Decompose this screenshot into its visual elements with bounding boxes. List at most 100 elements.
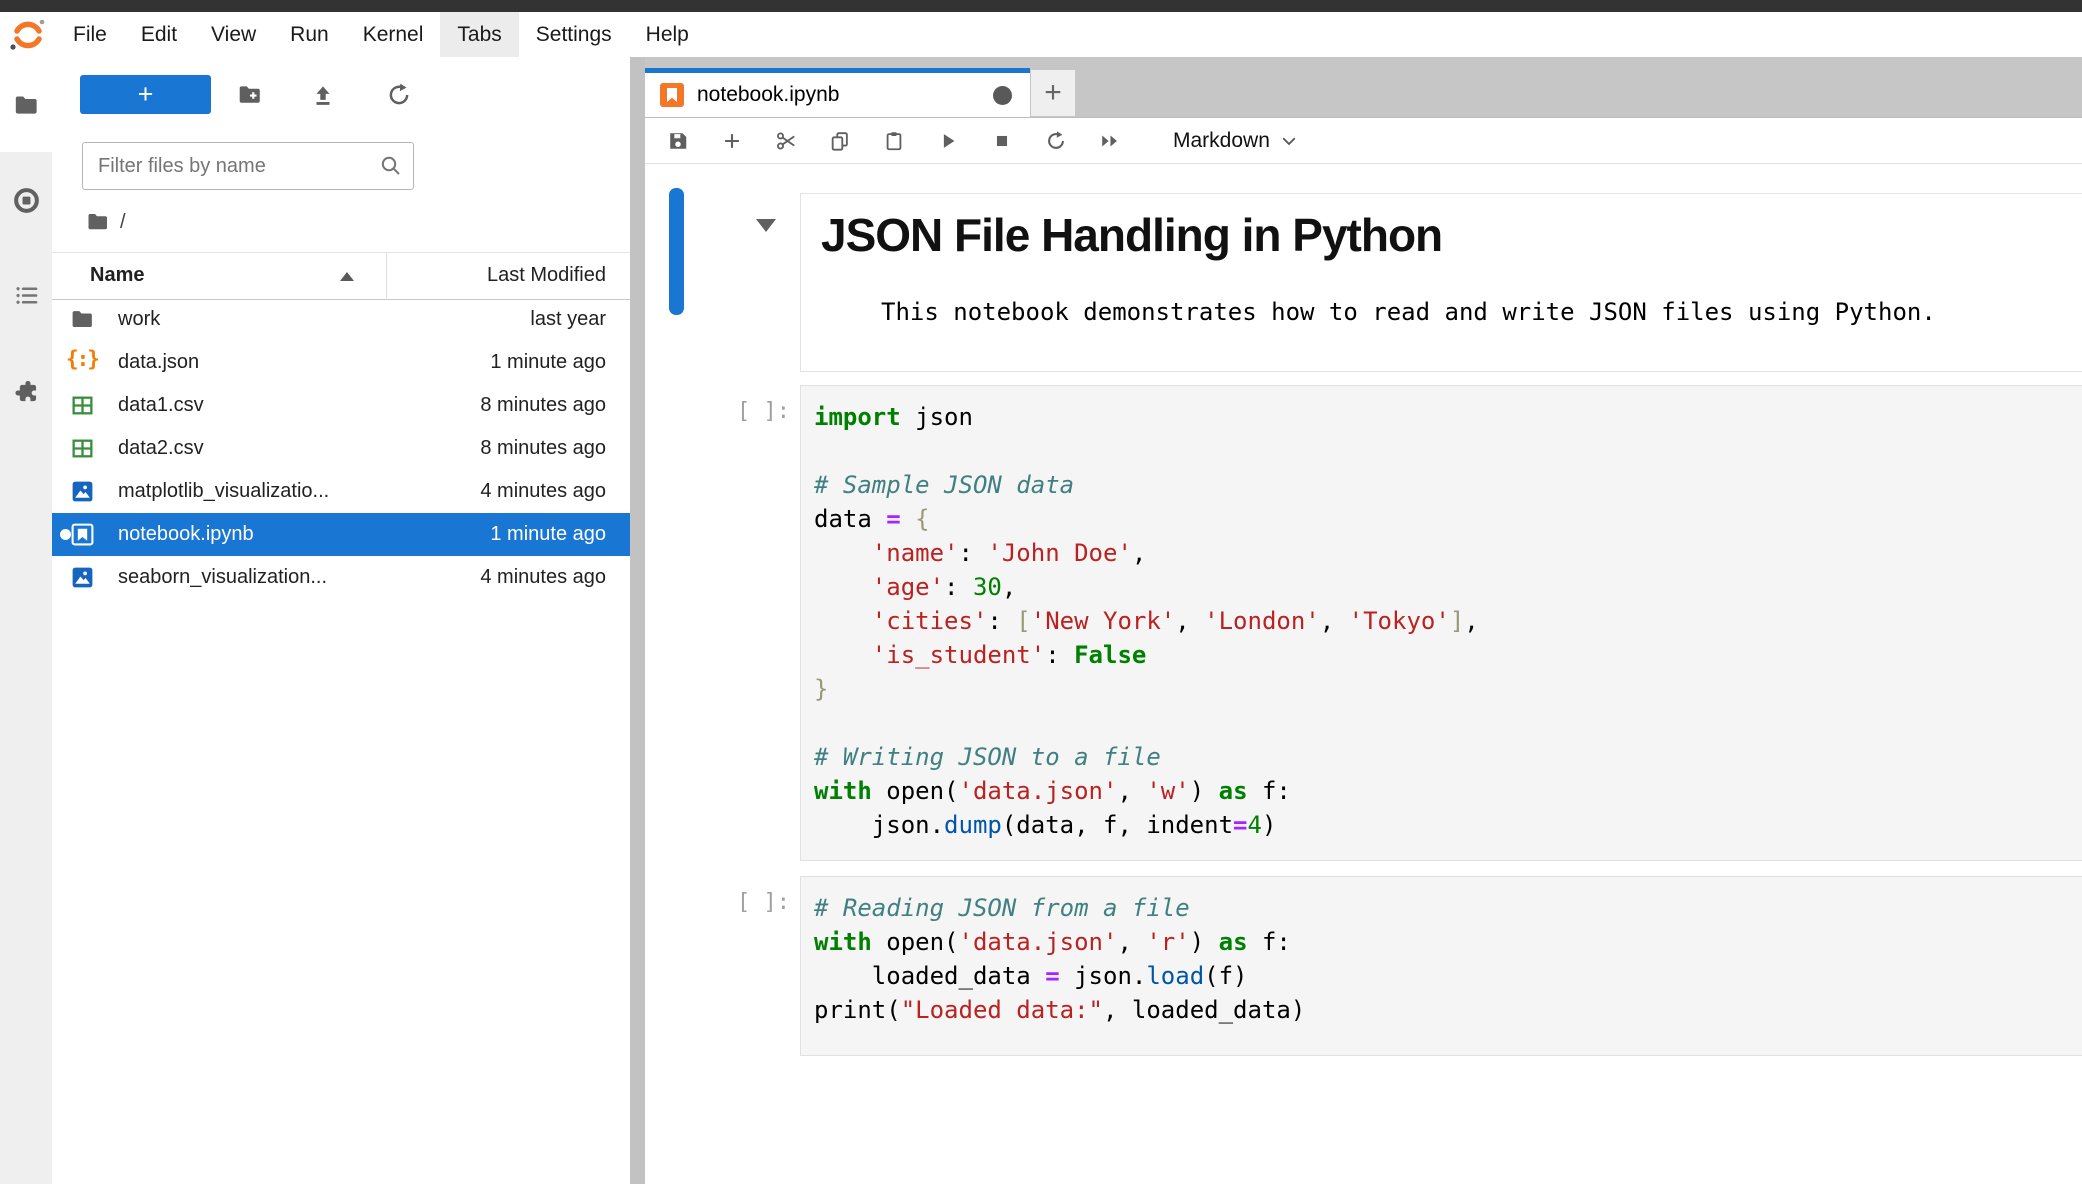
menu-items: FileEditViewRunKernelTabsSettingsHelp	[56, 12, 706, 57]
heading-collapse-icon[interactable]	[756, 219, 776, 232]
notebook-file-icon	[659, 82, 685, 108]
file-name: seaborn_visualization...	[118, 556, 327, 599]
file-modified: 1 minute ago	[490, 341, 606, 384]
file-row-seaborn-visualization-[interactable]: seaborn_visualization... 4 minutes ago	[52, 556, 630, 599]
file-name: data.json	[118, 341, 199, 384]
refresh-button[interactable]	[386, 82, 412, 108]
file-modified: 4 minutes ago	[480, 556, 606, 599]
code-line: }	[814, 672, 2082, 706]
new-launcher-button[interactable]: +	[80, 75, 211, 114]
cell-type-value: Markdown	[1173, 129, 1270, 153]
column-header-name[interactable]: Name	[90, 253, 144, 298]
menu-item-settings[interactable]: Settings	[519, 12, 629, 57]
notebook-file-icon	[70, 522, 95, 547]
restart-run-all-icon[interactable]	[1093, 124, 1127, 158]
csv-file-icon	[70, 393, 95, 418]
code-cell-1[interactable]: import json # Sample JSON datadata = { '…	[800, 385, 2082, 861]
home-folder-icon[interactable]	[86, 210, 110, 234]
tab-bar: notebook.ipynb +	[645, 57, 2082, 118]
csv-file-icon	[70, 436, 95, 461]
markdown-cell[interactable]: JSON File Handling in Python This notebo…	[800, 193, 2082, 372]
extension-manager-icon[interactable]	[13, 377, 40, 404]
tab-title: notebook.ipynb	[697, 73, 839, 117]
search-icon	[379, 154, 403, 178]
code-line: # Sample JSON data	[814, 468, 2082, 502]
table-of-contents-icon[interactable]	[13, 282, 40, 309]
main-dock-panel: notebook.ipynb +	[645, 57, 2082, 1184]
menu-item-edit[interactable]: Edit	[124, 12, 194, 57]
restart-kernel-icon[interactable]	[1039, 124, 1073, 158]
menu-item-file[interactable]: File	[56, 12, 124, 57]
file-browser-panel: + / Name Last Modified	[52, 57, 630, 1184]
copy-icon[interactable]	[823, 124, 857, 158]
menu-bar: FileEditViewRunKernelTabsSettingsHelp	[0, 12, 2082, 58]
file-list-header: Name Last Modified	[52, 252, 630, 300]
window-top-strip	[0, 0, 2082, 12]
json-file-icon: {:}	[66, 347, 98, 371]
panel-divider[interactable]	[630, 57, 645, 1184]
menu-item-tabs[interactable]: Tabs	[440, 12, 518, 57]
code-cell-2[interactable]: # Reading JSON from a filewith open('dat…	[800, 876, 2082, 1056]
menu-item-view[interactable]: View	[194, 12, 273, 57]
file-row-data-json[interactable]: {:} data.json 1 minute ago	[52, 341, 630, 384]
code-line: 'is_student': False	[814, 638, 2082, 672]
file-name: matplotlib_visualizatio...	[118, 470, 329, 513]
paste-icon[interactable]	[877, 124, 911, 158]
tab-dirty-indicator[interactable]	[993, 86, 1012, 105]
notebook-content: JSON File Handling in Python This notebo…	[645, 164, 2082, 1184]
code-line: 'age': 30,	[814, 570, 2082, 604]
image-file-icon	[70, 479, 95, 504]
jupyterlab-window: FileEditViewRunKernelTabsSettingsHelp +	[0, 0, 2082, 1184]
new-folder-button[interactable]	[237, 82, 263, 108]
code-line: import json	[814, 400, 2082, 434]
code-line: 'name': 'John Doe',	[814, 536, 2082, 570]
filter-files-box	[82, 142, 414, 190]
file-row-work[interactable]: worklast year	[52, 298, 630, 341]
file-row-data2-csv[interactable]: data2.csv 8 minutes ago	[52, 427, 630, 470]
code-line: with open('data.json', 'r') as f:	[814, 925, 2082, 959]
cell-prompt: [ ]:	[645, 399, 790, 424]
new-tab-button[interactable]: +	[1031, 70, 1075, 116]
file-name: work	[118, 298, 160, 341]
column-separator	[386, 253, 387, 298]
file-modified: 8 minutes ago	[480, 427, 606, 470]
file-row-data1-csv[interactable]: data1.csv8 minutes ago	[52, 384, 630, 427]
menu-item-kernel[interactable]: Kernel	[346, 12, 441, 57]
file-modified: 1 minute ago	[490, 513, 606, 556]
cell-type-dropdown[interactable]: Markdown	[1173, 129, 1298, 153]
code-line	[814, 706, 2082, 740]
cell-prompt: [ ]:	[645, 890, 790, 915]
code-line	[814, 434, 2082, 468]
breadcrumb[interactable]: /	[86, 207, 126, 237]
cell-collapser[interactable]	[669, 188, 684, 315]
activity-bar	[0, 57, 53, 1184]
menu-item-run[interactable]: Run	[273, 12, 346, 57]
stop-icon[interactable]	[985, 124, 1019, 158]
file-name: data1.csv	[118, 384, 204, 427]
markdown-body: This notebook demonstrates how to read a…	[881, 298, 2082, 326]
save-icon[interactable]	[661, 124, 695, 158]
file-name: notebook.ipynb	[118, 513, 254, 556]
file-browser-icon[interactable]	[13, 92, 40, 119]
file-row-matplotlib-visualizatio-[interactable]: matplotlib_visualizatio... 4 minutes ago	[52, 470, 630, 513]
running-kernels-icon[interactable]	[13, 187, 40, 214]
tab-notebook[interactable]: notebook.ipynb	[645, 68, 1030, 117]
file-row-notebook-ipynb[interactable]: notebook.ipynb 1 minute ago	[52, 513, 630, 556]
code-line: json.dump(data, f, indent=4)	[814, 808, 2082, 842]
markdown-heading: JSON File Handling in Python	[821, 208, 2082, 262]
file-name: data2.csv	[118, 427, 204, 470]
file-modified: 4 minutes ago	[480, 470, 606, 513]
folder-file-icon	[70, 307, 95, 332]
column-header-modified[interactable]: Last Modified	[487, 253, 606, 298]
insert-cell-icon[interactable]	[715, 124, 749, 158]
run-icon[interactable]	[931, 124, 965, 158]
menu-item-help[interactable]: Help	[629, 12, 706, 57]
upload-button[interactable]	[310, 82, 336, 108]
image-file-icon	[70, 565, 95, 590]
jupyter-logo-icon	[8, 15, 48, 55]
chevron-down-icon	[1280, 132, 1298, 150]
code-line: with open('data.json', 'w') as f:	[814, 774, 2082, 808]
filter-files-input[interactable]	[96, 154, 379, 179]
cut-icon[interactable]	[769, 124, 803, 158]
code-line: 'cities': ['New York', 'London', 'Tokyo'…	[814, 604, 2082, 638]
